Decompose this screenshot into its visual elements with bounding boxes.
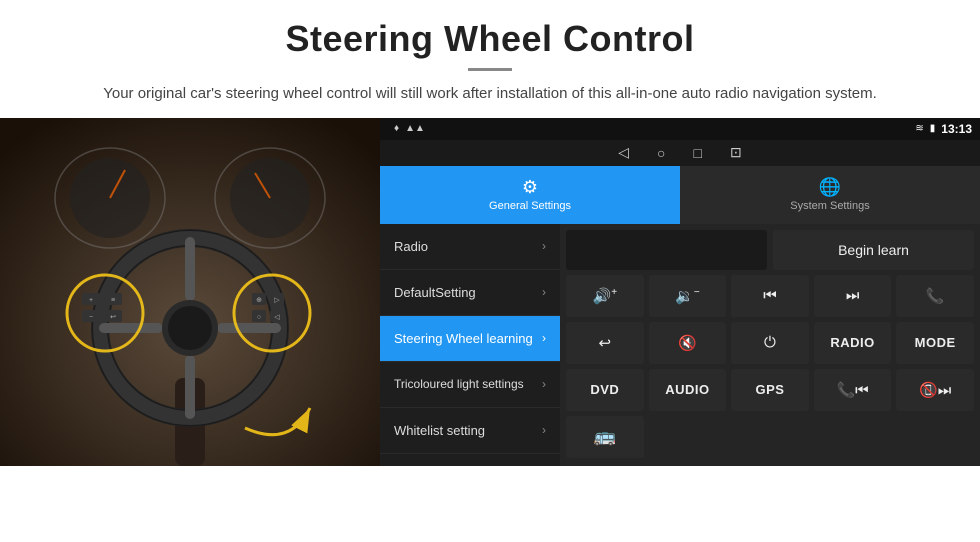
- title-divider: [468, 68, 512, 71]
- menu-tricolour-label: Tricoloured light settings: [394, 377, 542, 391]
- mute-icon: 🔇: [678, 334, 697, 352]
- control-row-1: 🔊+ 🔉− ⏮ ⏭ 📞: [566, 275, 974, 317]
- left-menu: Radio › DefaultSetting › Steering Wheel …: [380, 224, 560, 466]
- menu-radio-label: Radio: [394, 239, 542, 254]
- gps-label: GPS: [756, 382, 785, 397]
- chevron-icon-steering: ›: [542, 331, 546, 345]
- tab-bar: ⚙ General Settings 🌐 System Settings: [380, 166, 980, 224]
- bus-icon: 🚌: [594, 426, 616, 447]
- page-subtitle: Your original car's steering wheel contr…: [60, 83, 920, 106]
- phone-prev-button[interactable]: 📞⏮: [814, 369, 892, 411]
- right-panel: Begin learn 🔊+ 🔉− ⏮ ⏭: [560, 224, 980, 466]
- main-content: Radio › DefaultSetting › Steering Wheel …: [380, 224, 980, 466]
- menu-item-steering[interactable]: Steering Wheel learning ›: [380, 316, 560, 362]
- phone-next-icon: 📵⏭: [919, 381, 951, 399]
- dvd-label: DVD: [590, 382, 619, 397]
- recents-button[interactable]: □: [694, 145, 702, 161]
- general-settings-icon: ⚙: [522, 177, 538, 198]
- chevron-icon-tricolour: ›: [542, 377, 546, 391]
- chevron-icon-radio: ›: [542, 239, 546, 253]
- menu-item-whitelist[interactable]: Whitelist setting ›: [380, 408, 560, 454]
- mute-button[interactable]: 🔇: [649, 322, 727, 364]
- chevron-icon-default: ›: [542, 285, 546, 299]
- battery-icon: ▮: [930, 123, 936, 134]
- chevron-icon-whitelist: ›: [542, 423, 546, 437]
- mode-text-button[interactable]: MODE: [896, 322, 974, 364]
- begin-learn-row: Begin learn: [566, 230, 974, 270]
- page-title: Steering Wheel Control: [60, 18, 920, 60]
- gps-button[interactable]: GPS: [731, 369, 809, 411]
- audio-button[interactable]: AUDIO: [649, 369, 727, 411]
- power-button[interactable]: ⏻: [731, 322, 809, 364]
- status-icons: ≋ ▮ 13:13: [915, 122, 972, 136]
- header-section: Steering Wheel Control Your original car…: [0, 0, 980, 118]
- control-row-4: 🚌: [566, 416, 974, 458]
- svg-text:⊕: ⊕: [256, 297, 262, 304]
- svg-text:○: ○: [257, 314, 261, 321]
- control-row-2: ↩ 🔇 ⏻ RADIO MODE: [566, 322, 974, 364]
- empty-input-box: [566, 230, 767, 270]
- vol-down-button[interactable]: 🔉−: [649, 275, 727, 317]
- menu-item-tricolour[interactable]: Tricoloured light settings ›: [380, 362, 560, 408]
- tab-general-label: General Settings: [489, 200, 571, 212]
- next-track-icon: ⏭: [846, 287, 860, 304]
- hangup-icon: ↩: [599, 334, 612, 352]
- radio-label: RADIO: [830, 335, 874, 350]
- tab-system[interactable]: 🌐 System Settings: [680, 166, 980, 224]
- vol-up-icon: 🔊+: [593, 287, 618, 305]
- status-bar: ♦ ▲▲ ≋ ▮ 13:13: [380, 118, 980, 140]
- audio-label: AUDIO: [665, 382, 709, 397]
- menu-whitelist-label: Whitelist setting: [394, 423, 542, 438]
- dvd-button[interactable]: DVD: [566, 369, 644, 411]
- vol-up-button[interactable]: 🔊+: [566, 275, 644, 317]
- begin-learn-button[interactable]: Begin learn: [773, 230, 974, 270]
- screenshot-button[interactable]: ⊡: [730, 144, 742, 161]
- power-icon: ⏻: [764, 334, 776, 351]
- svg-text:−: −: [89, 314, 93, 321]
- hangup-button[interactable]: ↩: [566, 322, 644, 364]
- bottom-section: + ≡ − ↩ ⊕ ▷ ○ ◁: [0, 118, 980, 466]
- mode-label: MODE: [915, 335, 956, 350]
- wifi-icon: ≋: [915, 123, 923, 134]
- menu-default-label: DefaultSetting: [394, 285, 542, 300]
- svg-text:▷: ▷: [274, 297, 280, 304]
- menu-steering-label: Steering Wheel learning: [394, 331, 542, 346]
- svg-text:+: +: [89, 297, 93, 304]
- svg-text:≡: ≡: [111, 297, 115, 304]
- car-image: + ≡ − ↩ ⊕ ▷ ○ ◁: [0, 118, 380, 466]
- time-display: 13:13: [941, 122, 972, 136]
- phone-next-button[interactable]: 📵⏭: [896, 369, 974, 411]
- location-icon: ♦: [394, 123, 399, 134]
- signal-icon: ▲▲: [405, 123, 425, 134]
- phone-answer-button[interactable]: 📞: [896, 275, 974, 317]
- radio-text-button[interactable]: RADIO: [814, 322, 892, 364]
- home-button[interactable]: ○: [657, 145, 665, 161]
- prev-track-button[interactable]: ⏮: [731, 275, 809, 317]
- svg-text:◁: ◁: [274, 314, 280, 321]
- phone-prev-icon: 📞⏮: [836, 381, 868, 399]
- menu-item-radio[interactable]: Radio ›: [380, 224, 560, 270]
- next-track-button[interactable]: ⏭: [814, 275, 892, 317]
- tab-general[interactable]: ⚙ General Settings: [380, 166, 680, 224]
- vol-down-icon: 🔉−: [675, 287, 700, 305]
- prev-track-icon: ⏮: [763, 287, 777, 304]
- phone-answer-icon: 📞: [926, 287, 945, 305]
- control-row-3: DVD AUDIO GPS 📞⏮ 📵⏭: [566, 369, 974, 411]
- nav-bar: ◁ ○ □ ⊡: [380, 140, 980, 166]
- android-screen: ♦ ▲▲ ≋ ▮ 13:13 ◁ ○ □ ⊡ ⚙ General Setting…: [380, 118, 980, 466]
- tab-system-label: System Settings: [790, 200, 869, 212]
- back-button[interactable]: ◁: [618, 144, 629, 161]
- status-bar-left: ♦ ▲▲: [394, 123, 425, 134]
- system-settings-icon: 🌐: [819, 177, 841, 198]
- menu-item-default[interactable]: DefaultSetting ›: [380, 270, 560, 316]
- svg-text:↩: ↩: [110, 314, 116, 321]
- bus-icon-button[interactable]: 🚌: [566, 416, 644, 458]
